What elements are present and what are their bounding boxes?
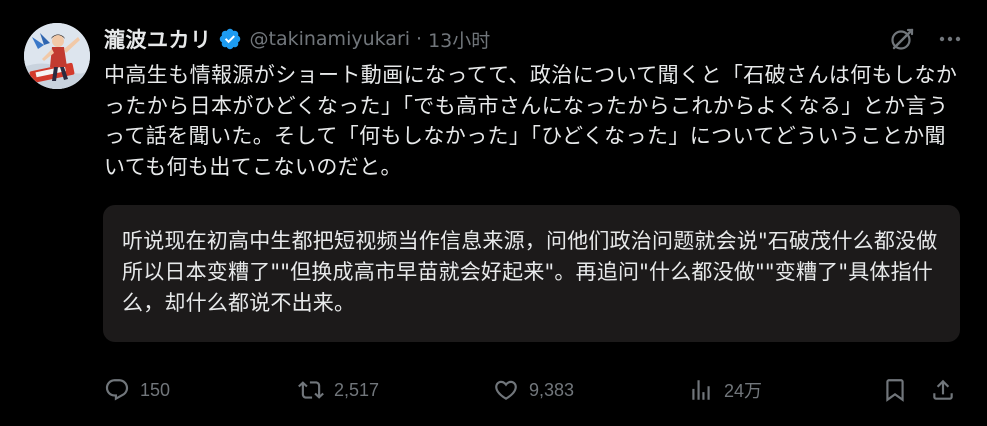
like-icon bbox=[493, 377, 519, 403]
share-icon bbox=[930, 377, 956, 403]
verified-badge-icon[interactable] bbox=[218, 27, 242, 51]
retweet-button[interactable]: 2,517 bbox=[298, 370, 379, 410]
views-button[interactable]: 24万 bbox=[688, 370, 762, 410]
reply-button[interactable]: 150 bbox=[104, 370, 170, 410]
like-count: 9,383 bbox=[529, 379, 575, 400]
translation-text: 听说现在初高中生都把短视频当作信息来源，问他们政治问题就会说"石破茂什么都没做所… bbox=[122, 229, 938, 315]
retweet-count: 2,517 bbox=[334, 379, 380, 400]
reply-count: 150 bbox=[140, 379, 171, 400]
avatar[interactable] bbox=[24, 23, 90, 89]
retweet-icon bbox=[298, 377, 324, 403]
views-count: 24万 bbox=[724, 381, 763, 401]
share-button[interactable] bbox=[930, 370, 956, 410]
tweet-header: 瀧波ユカリ @takinamiyukari · 13小时 bbox=[104, 22, 490, 56]
translation-box: 听说现在初高中生都把短视频当作信息来源，问他们政治问题就会说"石破茂什么都没做所… bbox=[103, 205, 960, 342]
tweet[interactable]: 瀧波ユカリ @takinamiyukari · 13小时 中高生も情報源がショー… bbox=[0, 0, 987, 426]
views-icon bbox=[688, 377, 714, 403]
more-icon[interactable] bbox=[937, 26, 963, 52]
bookmark-button[interactable] bbox=[882, 370, 908, 410]
timestamp[interactable]: 13小时 bbox=[428, 26, 490, 53]
display-name[interactable]: 瀧波ユカリ bbox=[104, 24, 212, 54]
grok-icon[interactable] bbox=[889, 26, 915, 52]
separator: · bbox=[416, 28, 423, 50]
bookmark-icon bbox=[882, 377, 908, 403]
action-bar: 150 2,517 9,383 24万 bbox=[104, 370, 966, 410]
top-actions bbox=[889, 26, 963, 52]
like-button[interactable]: 9,383 bbox=[493, 370, 574, 410]
reply-icon bbox=[104, 377, 130, 403]
tweet-text: 中高生も情報源がショート動画になってて、政治について聞くと「石破さんは何もしなか… bbox=[104, 63, 958, 179]
handle[interactable]: @takinamiyukari bbox=[250, 28, 411, 50]
